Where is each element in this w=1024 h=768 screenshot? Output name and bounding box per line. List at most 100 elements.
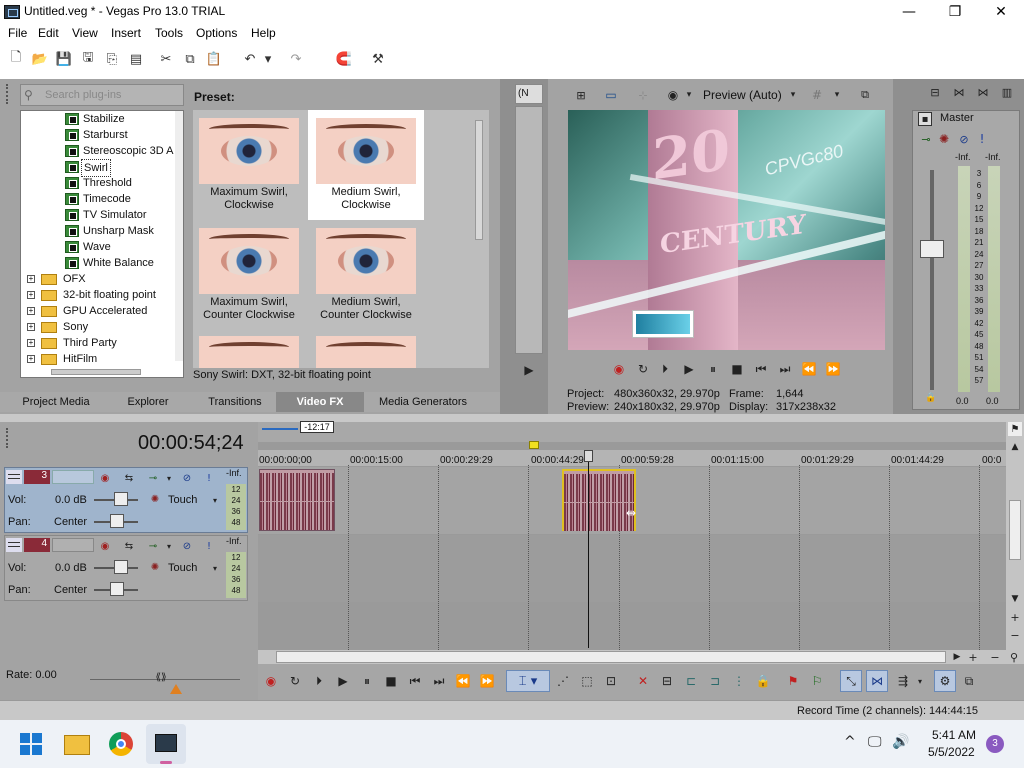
tree-vertical-scrollbar[interactable] [175, 111, 183, 361]
tab-explorer[interactable]: Explorer [102, 392, 194, 412]
ignore-grouping-icon[interactable]: ⧉ [960, 672, 978, 690]
playhead-cursor[interactable] [588, 452, 589, 648]
plugin-tree[interactable]: Stabilize Starburst Stereoscopic 3D A Sw… [20, 110, 184, 378]
clock-time[interactable]: 5:41 AM [932, 728, 976, 742]
network-icon[interactable]: 🖵 [868, 734, 882, 750]
trim-start-icon[interactable]: ⊏ [682, 672, 700, 690]
undo-icon[interactable]: ↶ [240, 49, 260, 69]
vol-slider-handle[interactable] [114, 560, 128, 574]
pause-icon[interactable]: ⏸ [358, 672, 376, 690]
stop-icon[interactable]: ■ [382, 672, 400, 690]
paste-icon[interactable]: 📋 [204, 49, 224, 69]
invert-phase-icon[interactable]: ⇆ [120, 470, 138, 486]
scroll-up-icon[interactable]: ▲ [1008, 440, 1022, 454]
menu-view[interactable]: View [72, 26, 98, 40]
trim-icon[interactable]: ⊟ [658, 672, 676, 690]
next-frame-icon[interactable]: ⏩ [824, 361, 842, 377]
go-to-end-icon[interactable]: ⏭ [430, 672, 448, 690]
zoom-tool-icon[interactable]: ⚲ [1006, 650, 1022, 664]
automation-dropdown-icon[interactable]: ▾ [206, 560, 224, 576]
open-folder-icon[interactable]: 📂 [30, 49, 50, 69]
chevron-up-icon[interactable]: ^ [844, 734, 856, 750]
properties-icon[interactable]: ▤ [126, 49, 146, 69]
auto-ripple-icon[interactable]: ⇶ [894, 672, 912, 690]
marker-flag-icon[interactable] [529, 441, 539, 449]
master-fader-handle[interactable] [920, 240, 944, 258]
auto-ripple-icon[interactable]: ⚒ [368, 49, 388, 69]
scroll-down-icon[interactable]: ▼ [1008, 592, 1022, 606]
expand-icon[interactable]: + [27, 291, 35, 299]
tab-video-fx[interactable]: Video FX [276, 392, 364, 412]
save-icon[interactable]: 💾 [54, 49, 74, 69]
preset-thumb[interactable] [199, 336, 299, 368]
close-button[interactable]: ✕ [978, 0, 1024, 24]
lock-icon[interactable]: 🔒 [754, 672, 772, 690]
automation-mode[interactable]: Touch [168, 494, 197, 506]
video-preview-settings-icon[interactable]: ◉ [664, 86, 682, 104]
zoom-in-vertical-icon[interactable]: + [1008, 610, 1022, 624]
preset-thumb[interactable] [316, 336, 416, 368]
expand-icon[interactable]: + [27, 355, 35, 363]
record-icon[interactable]: ◉ [262, 672, 280, 690]
menu-help[interactable]: Help [251, 26, 276, 40]
expand-icon[interactable]: + [27, 307, 35, 315]
menu-tools[interactable]: Tools [155, 26, 183, 40]
arm-record-icon[interactable]: ◉ [96, 538, 114, 554]
insert-marker-icon[interactable]: ⚑ [784, 672, 802, 690]
track-fx-dropdown-icon[interactable]: ▾ [160, 470, 178, 486]
play-from-start-icon[interactable]: ⏵ [656, 361, 674, 377]
snapping-icon[interactable]: ⋈ [866, 670, 888, 692]
invert-phase-icon[interactable]: ⇆ [120, 538, 138, 554]
track-name-field[interactable] [52, 470, 94, 484]
preset-thumb-selected[interactable] [316, 118, 416, 184]
automation-icon[interactable]: ✺ [146, 559, 164, 575]
panel-grip[interactable] [6, 84, 12, 104]
tab-media-generators[interactable]: Media Generators [364, 392, 482, 412]
automation-dropdown-icon[interactable]: ▾ [206, 492, 224, 508]
solo-icon[interactable]: ! [976, 132, 988, 146]
preset-scrollbar[interactable] [475, 120, 483, 240]
downmix-icon[interactable]: ⋈ [950, 84, 968, 100]
search-box[interactable]: ⚲ Search plug-ins [20, 84, 184, 106]
automation-mode[interactable]: Touch [168, 562, 197, 574]
next-frame-icon[interactable]: ⏩ [478, 672, 496, 690]
stop-icon[interactable]: ■ [728, 361, 746, 377]
previous-frame-icon[interactable]: ⏪ [800, 361, 818, 377]
lock-envelopes-icon[interactable]: ⚙ [934, 670, 956, 692]
mute-icon[interactable]: ⊘ [178, 538, 196, 554]
play-icon[interactable]: ▶ [518, 362, 540, 378]
panel-grip[interactable] [6, 428, 12, 448]
new-file-icon[interactable]: 🗋 [6, 49, 26, 69]
zoom-in-time-icon[interactable]: + [966, 650, 980, 664]
mixer-icon[interactable]: ▥ [998, 84, 1016, 100]
split-icon[interactable]: ⋮ [730, 672, 748, 690]
go-to-start-icon[interactable]: ⏮ [752, 361, 770, 377]
redo-icon[interactable]: ↷ [286, 49, 306, 69]
track-expand-icon[interactable] [6, 470, 22, 484]
save-as-icon[interactable]: 🖫 [78, 49, 98, 69]
go-to-start-icon[interactable]: ⏮ [406, 672, 424, 690]
track-lane-4[interactable] [258, 535, 1006, 602]
menu-insert[interactable]: Insert [111, 26, 141, 40]
envelope-tool-icon[interactable]: ⋰ [554, 672, 572, 690]
menu-options[interactable]: Options [196, 26, 237, 40]
undo-dropdown-icon[interactable]: ▾ [262, 49, 274, 69]
solo-icon[interactable]: ! [200, 470, 218, 486]
tree-horizontal-scrollbar[interactable] [51, 369, 141, 375]
auto-ripple-dropdown-icon[interactable]: ▾ [914, 672, 926, 690]
splitter[interactable] [0, 414, 1024, 422]
chrome-icon[interactable] [109, 732, 133, 756]
preset-thumb[interactable] [316, 228, 416, 294]
marker-bar[interactable] [258, 422, 1006, 442]
h-scroll-thumb[interactable] [276, 651, 946, 663]
track-expand-icon[interactable] [6, 538, 22, 552]
loop-playback-icon[interactable]: ↻ [634, 361, 652, 377]
play-icon[interactable]: ▶ [334, 672, 352, 690]
preview-mode-dropdown[interactable]: Preview (Auto) [703, 88, 782, 102]
dropdown-icon[interactable]: ▾ [832, 86, 842, 104]
track-name-field[interactable] [52, 538, 94, 552]
track-fx-dropdown-icon[interactable]: ▾ [160, 538, 178, 554]
scroll-thumb[interactable] [1009, 500, 1021, 560]
minimize-button[interactable]: — [886, 0, 932, 24]
selection-tool-icon[interactable]: ⬚ [578, 672, 596, 690]
